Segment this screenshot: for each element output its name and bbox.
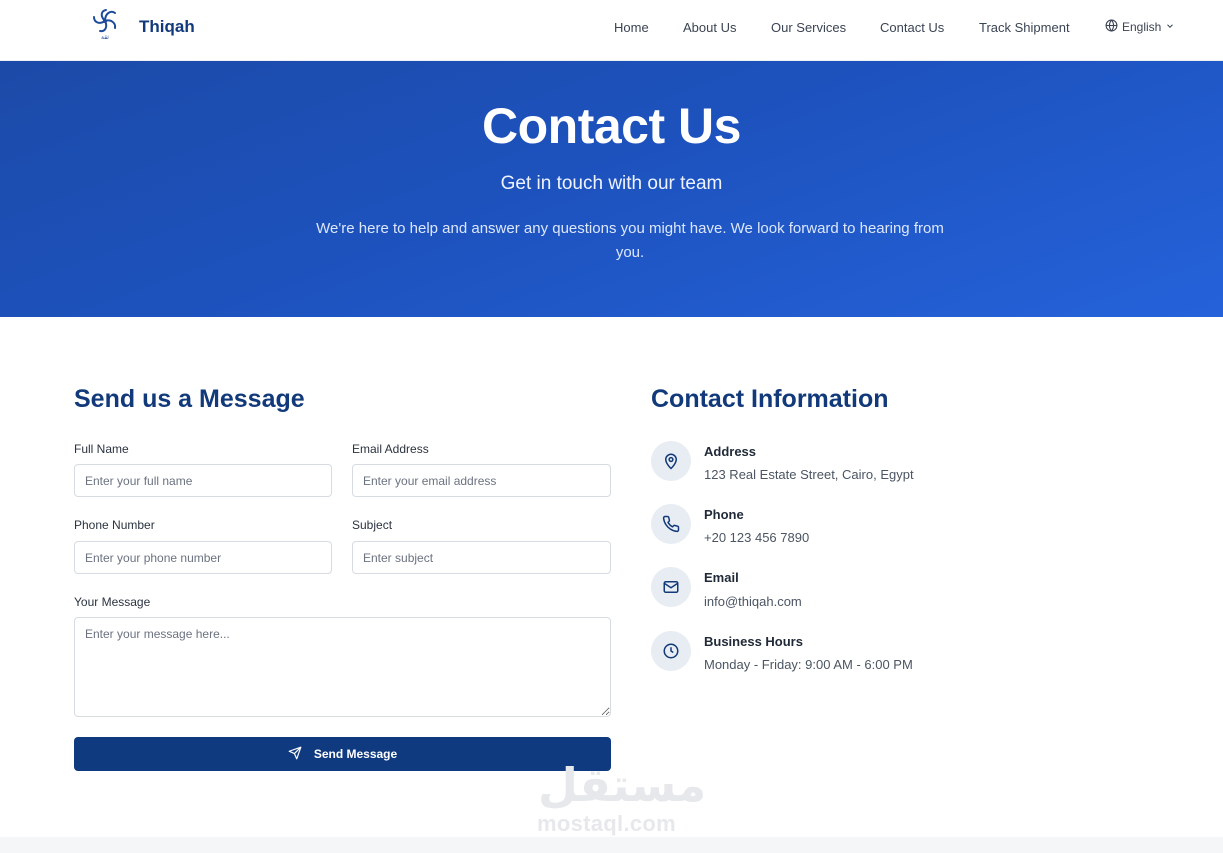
phone-title: Phone	[704, 507, 744, 522]
clock-icon	[651, 631, 691, 671]
phone-label: Phone Number	[74, 518, 155, 532]
watermark-latin: mostaql.com	[537, 811, 676, 836]
nav-contact-us[interactable]: Contact Us	[880, 20, 944, 35]
form-title: Send us a Message	[74, 385, 305, 413]
watermark-arabic: مستقل	[538, 759, 707, 811]
hero-subtitle: Get in touch with our team	[500, 173, 723, 194]
send-icon	[288, 746, 302, 763]
phone-input[interactable]	[74, 541, 332, 574]
navbar: ثقة Thiqah Home About Us Our Services Co…	[0, 0, 1223, 61]
subject-input[interactable]	[352, 541, 611, 574]
hero-banner: Contact Us Get in touch with our team We…	[0, 61, 1223, 317]
full-name-label: Full Name	[74, 442, 129, 456]
email-title: Email	[704, 570, 739, 585]
email-label: Email Address	[352, 442, 429, 456]
contact-info-title: Contact Information	[651, 385, 889, 413]
message-label: Your Message	[74, 595, 151, 609]
email-value[interactable]: info@thiqah.com	[704, 594, 802, 609]
send-message-button[interactable]: Send Message	[74, 737, 611, 771]
footer-strip	[0, 837, 1223, 853]
message-textarea[interactable]	[74, 617, 611, 717]
business-hours-title: Business Hours	[704, 634, 803, 649]
nav-track-shipment[interactable]: Track Shipment	[979, 20, 1070, 35]
subject-label: Subject	[352, 518, 393, 532]
send-message-label: Send Message	[313, 747, 398, 761]
full-name-input[interactable]	[74, 464, 332, 497]
brand-name[interactable]: Thiqah	[139, 17, 195, 37]
language-label: English	[1122, 20, 1162, 34]
phone-value: +20 123 456 7890	[704, 530, 810, 545]
globe-icon	[1105, 19, 1118, 35]
nav-home[interactable]: Home	[614, 20, 649, 35]
business-hours-value: Monday - Friday: 9:00 AM - 6:00 PM	[704, 657, 913, 672]
swirl-logo-icon[interactable]: ثقة	[89, 7, 121, 41]
mail-icon	[651, 567, 691, 607]
address-title: Address	[704, 444, 757, 459]
chevron-down-icon	[1165, 20, 1175, 34]
logo-caption: ثقة	[101, 34, 109, 41]
nav-about-us[interactable]: About Us	[683, 20, 736, 35]
language-selector[interactable]: English	[1105, 19, 1175, 35]
address-value: 123 Real Estate Street, Cairo, Egypt	[704, 467, 914, 482]
hero-title: Contact Us	[482, 98, 741, 154]
nav-our-services[interactable]: Our Services	[771, 20, 846, 35]
phone-icon	[651, 504, 691, 544]
email-input[interactable]	[352, 464, 611, 497]
hero-description: We're here to help and answer any questi…	[316, 220, 944, 261]
map-pin-icon	[651, 441, 691, 481]
